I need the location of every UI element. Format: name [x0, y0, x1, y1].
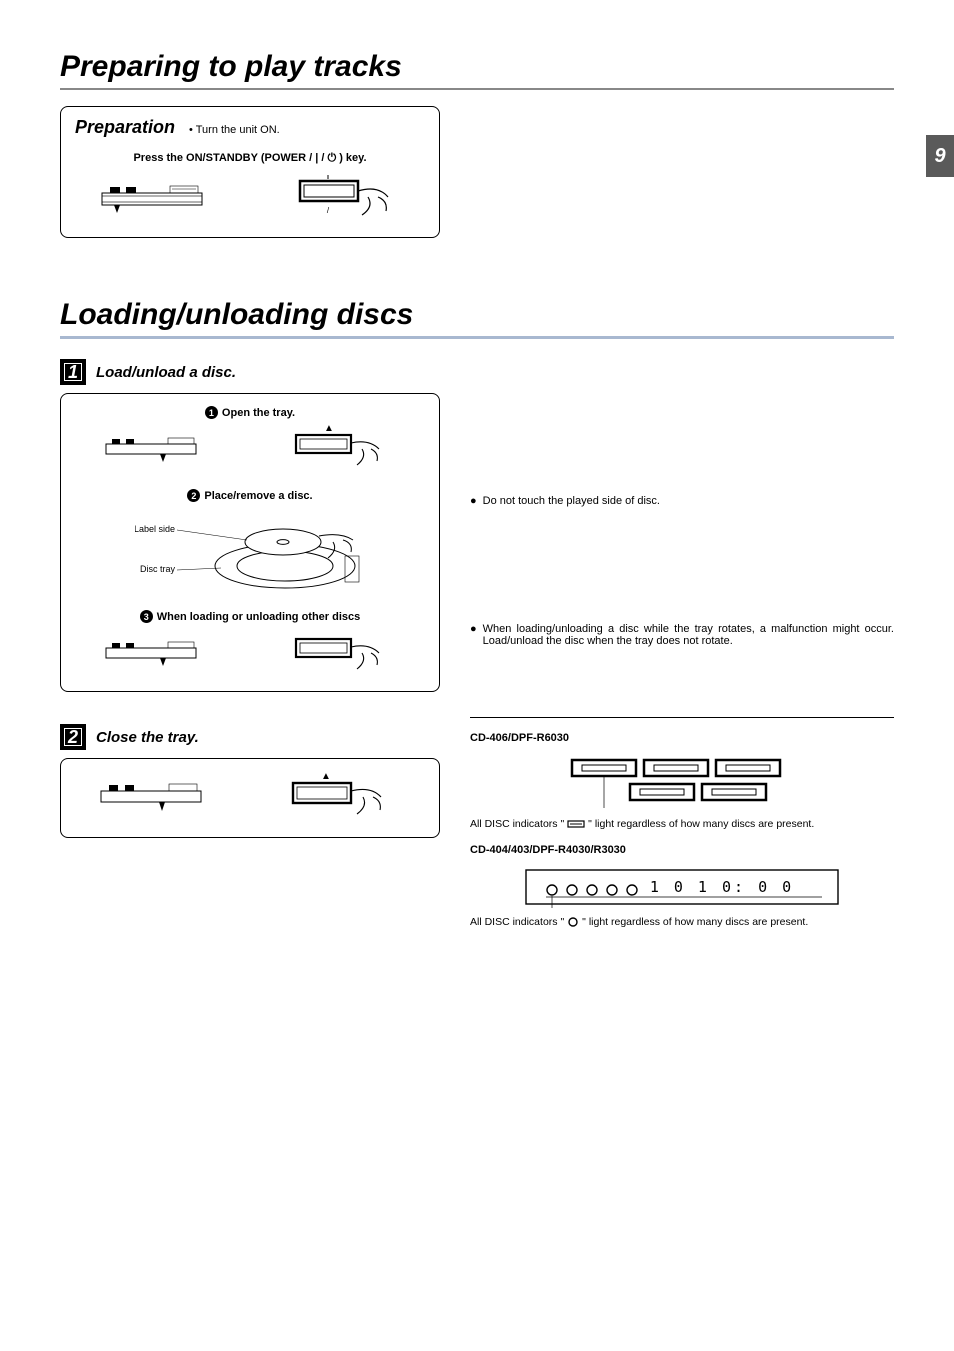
preparation-label: Preparation [75, 117, 175, 138]
circled-3-icon: 3 [140, 610, 153, 623]
page-number-tab: 9 [926, 135, 954, 177]
remote-other-diagram [104, 638, 204, 670]
bullet-icon: ● [470, 495, 477, 507]
player-close-diagram: ▲ [281, 771, 401, 825]
step-number-2: 2 [60, 724, 86, 750]
preparation-key-instruction: Press the ON/STANDBY (POWER / | / ⏻ ) ke… [75, 152, 425, 165]
preparation-box: Preparation • Turn the unit ON. Press th… [60, 106, 440, 238]
preparation-diagrams: / [75, 175, 425, 223]
remote-diagram [100, 179, 210, 219]
svg-text:/: / [327, 206, 330, 215]
substep-1-text: Open the tray. [222, 407, 295, 419]
circled-1-icon: 1 [205, 406, 218, 419]
display-indicators-model2: 1 0 1 0: 0 0 [522, 866, 842, 910]
caption-text: " light regardless of how many discs are… [582, 916, 808, 928]
preparation-instruction: • Turn the unit ON. [189, 124, 280, 136]
substep-2-text: Place/remove a disc. [204, 490, 312, 502]
caption-text: All DISC indicators " [470, 916, 564, 928]
caption-text: All DISC indicators " [470, 818, 564, 830]
step-number-1: 1 [60, 359, 86, 385]
step-1-header: 1 Load/unload a disc. [60, 359, 440, 385]
disc-place-diagram: Label side Disc tray [135, 506, 365, 596]
player-press-diagram: / [280, 175, 400, 223]
svg-text:▲: ▲ [321, 771, 331, 782]
model-2-heading: CD-404/403/DPF-R4030/R3030 [470, 844, 894, 856]
svg-text:Label side: Label side [135, 524, 175, 534]
model-1-caption: All DISC indicators " " light regardless… [470, 818, 894, 830]
substep-3-label: 3 When loading or unloading other discs [73, 610, 427, 623]
note-2-text: When loading/unloading a disc while the … [483, 623, 894, 647]
section-title-preparing: Preparing to play tracks [60, 50, 894, 90]
substep-3-text: When loading or unloading other discs [157, 611, 361, 623]
player-open-diagram: ▲ [286, 425, 396, 475]
circled-2-icon: 2 [187, 489, 200, 502]
section-title-loading: Loading/unloading discs [60, 298, 894, 339]
caption-text: " light regardless of how many discs are… [588, 818, 814, 830]
bullet-icon: ● [470, 623, 477, 647]
divider [470, 717, 894, 718]
step-2-header: 2 Close the tray. [60, 724, 440, 750]
svg-text:▲: ▲ [324, 425, 334, 434]
model-1-heading: CD-406/DPF-R6030 [470, 732, 894, 744]
model-2-caption: All DISC indicators " " light regardless… [470, 916, 894, 928]
player-other-diagram [286, 629, 396, 679]
note-do-not-touch: ● Do not touch the played side of disc. [470, 495, 894, 507]
step-1-box: 1 Open the tray. ▲ [60, 393, 440, 692]
note-tray-rotate: ● When loading/unloading a disc while th… [470, 623, 894, 647]
svg-text:Disc tray: Disc tray [140, 564, 176, 574]
step-1-title: Load/unload a disc. [96, 364, 236, 381]
disc-circle-indicator-icon [567, 916, 579, 928]
substep-2-label: 2 Place/remove a disc. [73, 489, 427, 502]
svg-text:1 0 1 0: 0 0: 1 0 1 0: 0 0 [650, 878, 794, 896]
disc-rect-indicator-icon [567, 819, 585, 829]
remote-open-diagram [104, 434, 204, 466]
step-2-box: ▲ [60, 758, 440, 838]
step-2-title: Close the tray. [96, 729, 199, 746]
display-indicators-model1 [552, 754, 812, 812]
substep-1-label: 1 Open the tray. [73, 406, 427, 419]
remote-close-diagram [99, 779, 209, 817]
note-1-text: Do not touch the played side of disc. [483, 495, 660, 507]
